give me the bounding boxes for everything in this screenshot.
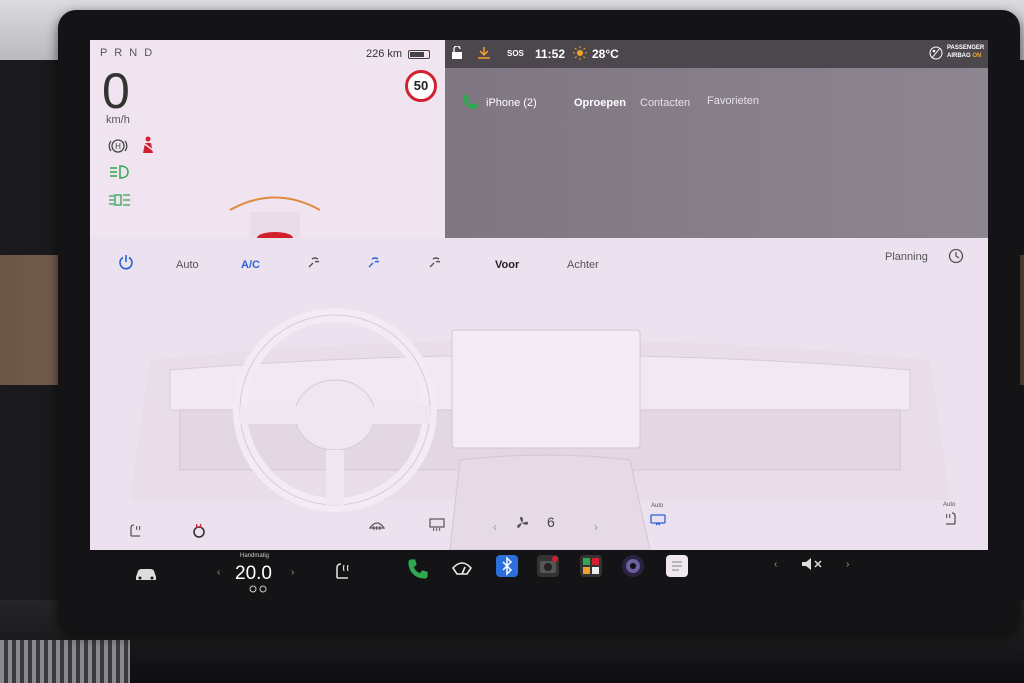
volume-decrease-chevron[interactable]: ‹ xyxy=(774,559,777,570)
ac-button[interactable]: A/C xyxy=(241,259,260,271)
sun-icon xyxy=(573,46,587,60)
lock-icon[interactable] xyxy=(451,46,463,60)
cabin-illustration xyxy=(130,308,950,550)
fan-speed-value: 6 xyxy=(547,514,555,530)
power-icon[interactable] xyxy=(118,254,134,270)
airbag-label-line2: AIRBAG xyxy=(947,53,971,59)
airbag-state: ON xyxy=(972,53,982,59)
passenger-airbag-status: PASSENGER AIRBAG ON xyxy=(947,44,984,60)
download-icon[interactable] xyxy=(477,46,491,60)
airbag-label-line1: PASSENGER xyxy=(947,45,985,51)
cabin-temperature[interactable]: 20.0 xyxy=(235,563,272,585)
fan-increase-chevron[interactable]: › xyxy=(594,520,598,534)
airflow-face-icon[interactable] xyxy=(306,254,322,270)
tab-voor[interactable]: Voor xyxy=(495,259,519,271)
climate-auto-button[interactable]: Auto xyxy=(176,259,199,271)
speed-unit: km/h xyxy=(106,114,130,126)
airflow-window-icon[interactable] xyxy=(427,254,443,270)
speedometer-value: 0 xyxy=(102,63,130,119)
phone-icon xyxy=(463,95,477,109)
mute-icon[interactable] xyxy=(800,557,824,571)
speed-limit-sign: 50 xyxy=(405,70,437,102)
seat-heater-right-auto-label: Auto xyxy=(943,502,956,508)
seatbelt-warning-icon xyxy=(141,136,155,153)
volume-increase-chevron[interactable]: › xyxy=(846,559,849,570)
toybox-icon[interactable] xyxy=(580,555,602,577)
road-arc-icon xyxy=(229,196,321,240)
auto-hold-icon: H xyxy=(108,139,128,153)
air-vent-grille xyxy=(0,640,130,683)
connected-phone-name[interactable]: iPhone (2) xyxy=(486,97,537,109)
touchscreen: P R N D 226 km 0 km/h 50 H SOS 11:52 28°… xyxy=(90,40,988,550)
headlight-icon xyxy=(110,165,129,179)
clock-icon[interactable] xyxy=(948,248,964,264)
range-readout: 226 km xyxy=(366,48,403,60)
clock: 11:52 xyxy=(535,47,566,61)
bluetooth-icon[interactable] xyxy=(496,555,518,577)
temp-decrease-chevron[interactable]: ‹ xyxy=(217,567,220,578)
sos-indicator[interactable]: SOS xyxy=(507,49,524,58)
phone-app-panel: iPhone (2) Oproepen Contacten Favorieten xyxy=(445,68,988,238)
schedule-button[interactable]: Planning xyxy=(885,251,928,263)
seat-heater-icon[interactable] xyxy=(333,560,353,580)
battery-icon xyxy=(408,50,430,59)
gear-selector: P R N D xyxy=(100,47,155,59)
airflow-sync-icon xyxy=(249,585,267,593)
seat-heater-right-icon[interactable] xyxy=(942,510,958,526)
fan-icon xyxy=(517,516,529,528)
steering-heater-icon[interactable] xyxy=(191,522,207,538)
car-icon[interactable] xyxy=(134,567,158,581)
outside-temperature: 28°C xyxy=(592,47,619,61)
fog-light-icon xyxy=(109,194,130,206)
tab-favorieten[interactable]: Favorieten xyxy=(707,95,759,107)
tab-achter[interactable]: Achter xyxy=(567,259,599,271)
temp-increase-chevron[interactable]: › xyxy=(291,567,294,578)
svg-text:H: H xyxy=(115,142,121,151)
airbag-icon xyxy=(929,46,943,60)
airflow-feet-icon[interactable] xyxy=(366,254,382,270)
phone-icon[interactable] xyxy=(407,558,429,580)
temperature-mode: Handmatig xyxy=(240,553,270,559)
dashcam-icon[interactable] xyxy=(622,555,644,577)
recirculate-auto-label: Auto xyxy=(651,503,664,509)
seat-heater-left-icon[interactable] xyxy=(128,522,144,538)
recirculate-icon[interactable] xyxy=(650,513,666,527)
tab-contacten[interactable]: Contacten xyxy=(640,97,690,109)
wiper-icon[interactable] xyxy=(451,560,473,578)
tab-oproepen[interactable]: Oproepen xyxy=(574,97,626,109)
status-bar: SOS 11:52 28°C PASSENGER AIRBAG ON xyxy=(445,40,988,68)
fan-decrease-chevron[interactable]: ‹ xyxy=(493,520,497,534)
rear-defrost-icon[interactable] xyxy=(428,518,446,532)
front-defrost-icon[interactable] xyxy=(368,518,386,532)
notes-icon[interactable] xyxy=(666,555,688,577)
driver-display: P R N D 226 km 0 km/h 50 H xyxy=(90,40,445,240)
camera-app-icon[interactable] xyxy=(537,555,559,577)
